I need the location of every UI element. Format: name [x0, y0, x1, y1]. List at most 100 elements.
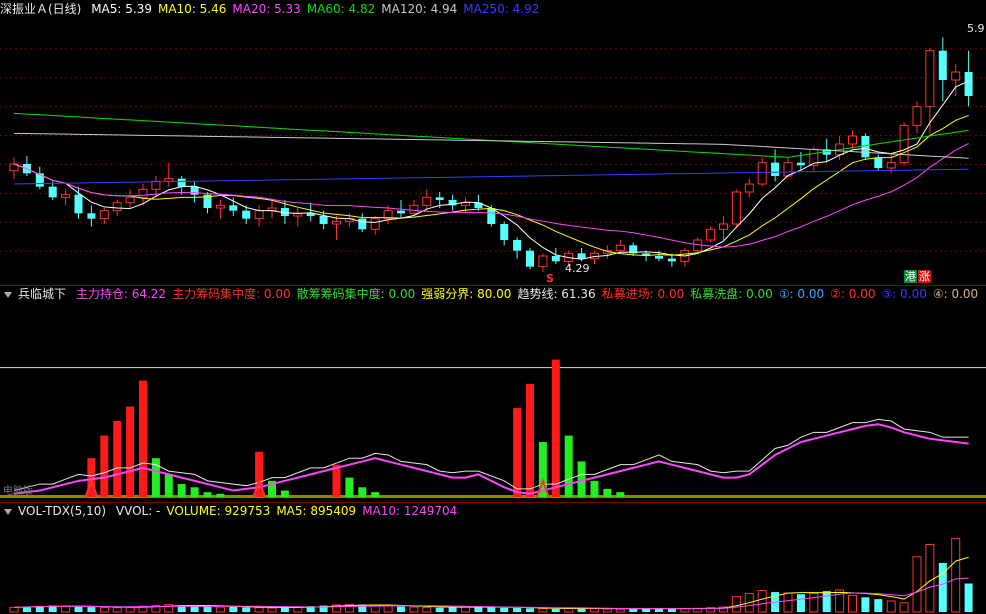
candle-body — [719, 223, 728, 230]
candle-body — [886, 162, 896, 169]
volume-bar — [254, 607, 264, 613]
candle-body — [138, 188, 148, 198]
volume-bar — [61, 605, 71, 613]
volume-bar — [397, 606, 405, 612]
volume-bar — [590, 608, 599, 613]
volume-bar — [526, 608, 534, 612]
private-washout-bar — [280, 490, 289, 497]
high-price-label: 5.9 — [967, 22, 985, 35]
indicator-legend-item-4: 趋势线: 61.36 — [517, 287, 596, 301]
candle-body — [899, 124, 909, 164]
volume-bar — [602, 608, 612, 613]
volume-bar — [861, 597, 870, 612]
candle-body — [151, 180, 161, 190]
volume-bar — [229, 606, 238, 612]
volume-legend-item-0: VVOL: - — [115, 504, 161, 518]
volume-bar — [615, 608, 625, 613]
volume-bar — [783, 592, 793, 613]
ma250-line — [13, 168, 969, 185]
volume-bar — [551, 608, 560, 612]
indicator-pane[interactable]: 兵临城下 主力持仓: 64.22 主力筹码集中度: 0.00 散筹筹码集中度: 0.… — [0, 285, 986, 502]
main-chart-pane[interactable]: 深振业Ａ(日线) MA5: 5.39 MA10: 5.46 MA20: 5.33 MA… — [0, 0, 986, 285]
candle-body — [177, 178, 186, 187]
volume-header: VOL-TDX(5,10) VVOL: - VOLUME: 929753 MA5: … — [0, 502, 469, 520]
volume-bar — [99, 606, 109, 613]
private-washout-bar — [371, 492, 380, 497]
indicator-legend-item-7: ①: 0.00 — [778, 287, 825, 301]
candle-body — [964, 72, 973, 96]
volume-bar — [925, 544, 935, 613]
volume-indicator-name[interactable]: VOL-TDX(5,10) — [18, 504, 106, 518]
volume-legend: VVOL: - VOLUME: 929753 MA5: 895409 MA10: 12… — [116, 504, 463, 518]
volume-bar — [242, 607, 251, 612]
candle-body — [435, 197, 444, 200]
candle-body — [667, 258, 676, 262]
indicator-legend: 主力持仓: 64.22 主力筹码集中度: 0.00 散筹筹码集中度: 0.00 强弱分… — [76, 287, 984, 301]
private-washout-bar — [177, 484, 186, 497]
private-washout-bar — [603, 488, 612, 497]
volume-bar — [796, 594, 805, 612]
ma-legend-item-2: MA20: 5.33 — [232, 2, 301, 16]
volume-bar — [87, 607, 96, 612]
candle-body — [409, 204, 419, 214]
volume-legend-item-1: VOLUME: 929753 — [166, 504, 271, 518]
indicator-legend-item-6: 私募洗盘: 0.00 — [690, 287, 773, 301]
volume-bar — [487, 607, 496, 612]
volume-legend-item-2: MA5: 895409 — [276, 504, 357, 518]
volume-bar — [267, 607, 277, 613]
candle-body — [938, 50, 947, 80]
volume-bar — [280, 607, 289, 612]
low-price-label: 4.29 — [565, 262, 590, 275]
indicator-legend-item-3: 强弱分界: 80.00 — [421, 287, 512, 301]
volume-bar — [358, 604, 367, 612]
private-entry-bar — [551, 359, 560, 497]
candle-body — [99, 210, 109, 220]
volume-bar — [680, 608, 690, 613]
private-entry-bar — [513, 408, 522, 497]
volume-bar — [74, 606, 83, 612]
indicator-legend-item-1: 主力筹码集中度: 0.00 — [172, 287, 291, 301]
ma-legend: MA5: 5.39 MA10: 5.46 MA20: 5.33 MA60: 4.82 M… — [91, 2, 545, 16]
candle-body — [874, 157, 883, 168]
indicator-name[interactable]: 兵临城下 — [18, 287, 66, 301]
candle-body — [74, 194, 83, 214]
volume-bar — [731, 596, 741, 613]
pc-version-label[interactable]: 电脑版 — [2, 485, 34, 498]
candlestick-chart[interactable] — [0, 0, 986, 285]
candle-body — [254, 210, 264, 220]
candle-body — [358, 218, 367, 230]
candle-body — [500, 224, 509, 240]
volume-bar — [409, 606, 419, 613]
indicator-legend-item-10: ④: 0.00 — [932, 287, 979, 301]
volume-bar — [203, 606, 212, 612]
volume-pane[interactable]: VOL-TDX(5,10) VVOL: - VOLUME: 929753 MA5: … — [0, 502, 986, 614]
collapse-triangle-icon[interactable] — [4, 291, 12, 298]
indicator-legend-item-9: ③: 0.00 — [881, 287, 927, 301]
private-entry-bar — [113, 421, 122, 497]
indicator-legend-item-0: 主力持仓: 64.22 — [75, 287, 167, 301]
candle-body — [744, 183, 754, 193]
candle-body — [397, 210, 405, 214]
indicator-chart[interactable] — [0, 285, 986, 502]
volume-bar — [886, 600, 896, 613]
candle-body — [615, 244, 625, 252]
candle-body — [125, 196, 135, 204]
candle-body — [757, 162, 767, 185]
private-washout-bar — [164, 474, 173, 497]
volume-legend-item-3: MA10: 1249704 — [362, 504, 458, 518]
candle-body — [526, 250, 534, 267]
candle-body — [861, 136, 870, 158]
candle-body — [48, 186, 57, 198]
collapse-triangle-icon[interactable] — [4, 508, 12, 515]
ma-legend-item-3: MA60: 4.82 — [306, 2, 376, 16]
volume-bar — [435, 607, 444, 612]
stock-title[interactable]: 深振业Ａ(日线) — [0, 2, 81, 16]
volume-bar — [874, 599, 883, 612]
private-washout-bar — [564, 435, 573, 497]
volume-bar — [822, 591, 831, 612]
volume-bar — [215, 606, 225, 613]
ma-legend-item-1: MA10: 5.46 — [157, 2, 227, 16]
baseline-band — [0, 495, 986, 498]
candle-body — [332, 220, 341, 225]
private-entry-bar — [126, 406, 135, 497]
